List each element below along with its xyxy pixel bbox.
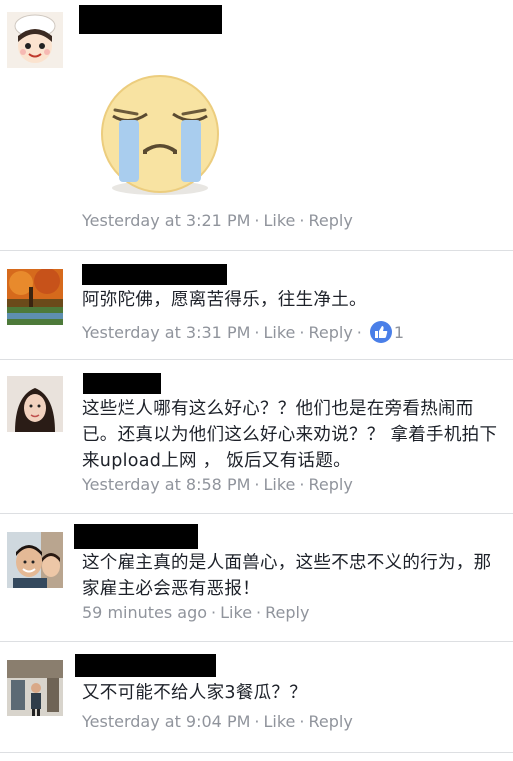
comment-text: 又不可能不给人家3餐瓜？？ [82, 683, 308, 703]
separator: · [299, 475, 305, 494]
timestamp[interactable]: Yesterday at 9:04 PM [82, 712, 250, 731]
separator: · [254, 323, 260, 342]
like-link[interactable]: Like [263, 712, 295, 731]
redacted-name [82, 264, 227, 285]
comment-text: 这些烂人哪有这么好心？？他们也是在旁看热闹而已。还真以为他们这么好心来劝说？？ … [82, 399, 498, 471]
reply-link[interactable]: Reply [265, 603, 309, 622]
avatar[interactable] [7, 12, 63, 68]
comment-3: 这些烂人哪有这么好心？？他们也是在旁看热闹而已。还真以为他们这么好心来劝说？？ … [0, 360, 513, 513]
separator: · [299, 712, 305, 731]
reply-link[interactable]: Reply [308, 211, 352, 230]
comment-meta: Yesterday at 8:58 PM · Like · Reply [82, 475, 353, 494]
comment-meta: Yesterday at 9:04 PM · Like · Reply [82, 712, 353, 731]
comment-text: 这个雇主真的是人面兽心，这些不忠不义的行为，那家雇主必会恶有恶报！ [82, 553, 492, 599]
avatar[interactable] [7, 269, 63, 325]
redacted-name [83, 373, 161, 394]
like-reaction-icon[interactable] [369, 321, 392, 343]
separator: · [256, 603, 262, 622]
comment-meta: 59 minutes ago · Like · Reply [82, 603, 309, 622]
separator: · [356, 323, 362, 342]
avatar[interactable] [7, 376, 63, 432]
timestamp[interactable]: 59 minutes ago [82, 603, 207, 622]
comment-5: 又不可能不给人家3餐瓜？？ Yesterday at 9:04 PM · Like ·… [0, 642, 513, 752]
separator: · [299, 323, 305, 342]
timestamp[interactable]: Yesterday at 8:58 PM [82, 475, 250, 494]
separator: · [254, 475, 260, 494]
comment-1: Yesterday at 3:21 PM · Like · Reply [0, 0, 513, 250]
avatar[interactable] [7, 660, 63, 716]
redacted-name [75, 654, 216, 677]
comment-text: 阿弥陀佛，愿离苦得乐，往生净土。 [82, 290, 367, 310]
redacted-name [74, 524, 198, 549]
timestamp[interactable]: Yesterday at 3:21 PM [82, 211, 250, 230]
like-link[interactable]: Like [263, 475, 295, 494]
comment-meta: Yesterday at 3:31 PM · Like · Reply · 1 [82, 321, 404, 343]
like-link[interactable]: Like [220, 603, 252, 622]
redacted-name [79, 5, 222, 34]
like-link[interactable]: Like [263, 211, 295, 230]
separator: · [211, 603, 217, 622]
comment-4: 这个雇主真的是人面兽心，这些不忠不义的行为，那家雇主必会恶有恶报！ 59 min… [0, 514, 513, 641]
crying-face-sticker [85, 70, 235, 200]
divider [0, 752, 513, 753]
reply-link[interactable]: Reply [308, 712, 352, 731]
timestamp[interactable]: Yesterday at 3:31 PM [82, 323, 250, 342]
reaction-count: 1 [393, 323, 405, 342]
reply-link[interactable]: Reply [308, 475, 352, 494]
separator: · [254, 211, 260, 230]
comment-2: 阿弥陀佛，愿离苦得乐，往生净土。 Yesterday at 3:31 PM · Li… [0, 251, 513, 359]
separator: · [254, 712, 260, 731]
reply-link[interactable]: Reply [308, 323, 352, 342]
comment-meta: Yesterday at 3:21 PM · Like · Reply [82, 211, 353, 230]
like-link[interactable]: Like [263, 323, 295, 342]
separator: · [299, 211, 305, 230]
avatar[interactable] [7, 532, 63, 588]
